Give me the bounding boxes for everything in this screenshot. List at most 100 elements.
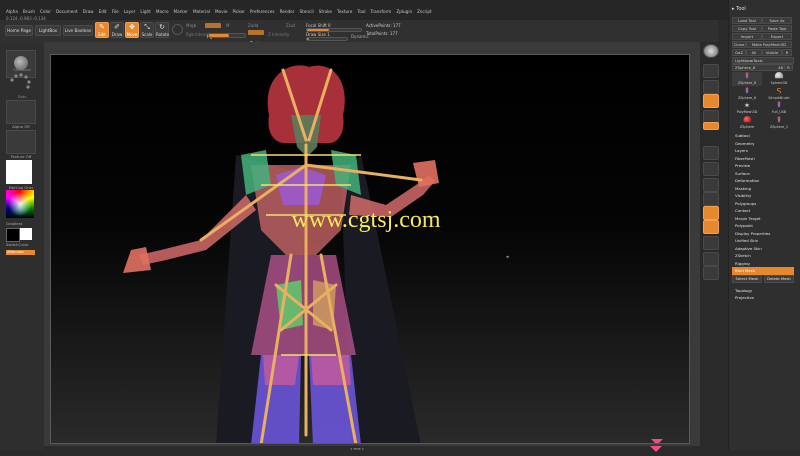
subpalette-subtool[interactable]: Subtool — [732, 132, 794, 140]
draw-button[interactable]: ✐ Draw — [110, 22, 124, 38]
menu-item-alpha[interactable]: Alpha — [6, 9, 18, 14]
subpalette-polygroups[interactable]: Polygroups — [732, 200, 794, 208]
export-button[interactable]: Export — [762, 33, 792, 40]
alternate-toggle[interactable]: Alternate — [6, 250, 35, 255]
goz-button[interactable]: GoZ — [732, 49, 746, 56]
menu-item-tool[interactable]: Tool — [357, 9, 365, 14]
color-mode-icon[interactable] — [172, 24, 183, 35]
subpalette-contact[interactable]: Contact — [732, 207, 794, 215]
menu-item-movie[interactable]: Movie — [215, 9, 227, 14]
menu-item-material[interactable]: Material — [193, 9, 210, 14]
subpalette-visibility[interactable]: Visibility — [732, 192, 794, 200]
home-page-button[interactable]: Home Page — [5, 25, 33, 36]
xyz-icon[interactable] — [703, 178, 719, 192]
menu-item-texture[interactable]: Texture — [337, 9, 352, 14]
transp-icon[interactable] — [703, 266, 719, 280]
tool-size-slider[interactable]: ZSphere_6 48 — [732, 64, 786, 71]
canvas-area[interactable]: www.cgtsj.com ⌖ — [50, 54, 690, 444]
goz-all-button[interactable]: All — [746, 49, 762, 56]
subpalette-geometry[interactable]: Geometry — [732, 140, 794, 148]
edit-button[interactable]: ✎ Edit — [95, 22, 109, 38]
scale-button[interactable]: ⤡ Scale — [140, 22, 154, 38]
menu-item-color[interactable]: Color — [40, 9, 51, 14]
menu-item-zplugin[interactable]: Zplugin — [396, 9, 412, 14]
copy-tool-button[interactable]: Copy Tool — [732, 25, 762, 32]
menu-item-picker[interactable]: Picker — [232, 9, 244, 14]
tool-thumb-6[interactable]: ZSphere — [732, 115, 762, 130]
texture-thumbnail[interactable] — [6, 130, 36, 154]
subpalette-topology[interactable]: Topology — [732, 287, 794, 295]
goz-visible-button[interactable]: Visible — [762, 49, 782, 56]
tool-thumb-7[interactable]: ZSphere_1 — [764, 115, 794, 130]
tool-thumb-3[interactable]: S SimpleBrush — [764, 87, 794, 101]
spix-icon[interactable] — [703, 44, 719, 58]
persp-icon[interactable] — [703, 122, 719, 130]
zsub-toggle[interactable]: Zsub — [248, 30, 264, 46]
floor-icon[interactable] — [703, 146, 719, 160]
scroll-arrows-icon[interactable]: ◂ ▬▬ ▸ — [350, 446, 390, 451]
move-view-icon[interactable] — [703, 206, 719, 220]
subpalette-surface[interactable]: Surface — [732, 170, 794, 178]
menu-item-file[interactable]: File — [112, 9, 119, 14]
menu-item-stroke[interactable]: Stroke — [319, 9, 332, 14]
rgb-toggle[interactable]: Rgb — [205, 23, 221, 39]
delete-mesh-button[interactable]: Delete Mesh — [764, 274, 794, 283]
switch-color-button[interactable]: SwitchColor — [6, 242, 28, 247]
subpalette-zsketch[interactable]: ZSketch — [732, 252, 794, 260]
live-boolean-button[interactable]: Live Boolean — [63, 25, 93, 36]
subpalette-polypaint[interactable]: Polypaint — [732, 222, 794, 230]
subpalette-display-properties[interactable]: Display Properties — [732, 230, 794, 238]
menu-item-stencil[interactable]: Stencil — [299, 9, 313, 14]
tool-thumb-2[interactable]: ZSphere_6 — [732, 86, 762, 101]
menu-item-light[interactable]: Light — [140, 9, 150, 14]
tool-panel-header[interactable]: ▸ Tool — [732, 6, 746, 12]
menu-item-preferences[interactable]: Preferences — [250, 9, 275, 14]
goz-r-button[interactable]: R — [782, 49, 792, 56]
r-button[interactable]: R — [784, 64, 793, 71]
tool-thumb-0[interactable]: ZSphere_6 — [732, 72, 762, 86]
subpalette-layers[interactable]: Layers — [732, 147, 794, 155]
save-as-button[interactable]: Save As — [762, 17, 792, 24]
zoom-icon[interactable] — [703, 80, 719, 94]
subpalette-rigging[interactable]: Rigging — [732, 260, 794, 268]
local-icon[interactable] — [703, 162, 719, 176]
import-button[interactable]: Import — [732, 33, 762, 40]
mrgb-toggle[interactable]: Mrgb — [186, 23, 196, 28]
actual-icon[interactable] — [703, 94, 719, 108]
timeline-marker-icon[interactable] — [650, 437, 662, 452]
subpalette-unified-skin[interactable]: Unified Skin — [732, 237, 794, 245]
subpalette-masking[interactable]: Masking — [732, 185, 794, 193]
subpalette-preview[interactable]: Preview — [732, 162, 794, 170]
subpalette-projection[interactable]: Projection — [732, 294, 794, 302]
rotate-button[interactable]: ↻ Rotate — [155, 22, 169, 38]
select-mesh-button[interactable]: Select Mesh — [732, 274, 762, 283]
stroke-thumbnail[interactable] — [6, 70, 34, 96]
main-color-swatch[interactable] — [6, 228, 20, 242]
move-button[interactable]: ✥ Move — [125, 22, 139, 38]
m-toggle[interactable]: M — [226, 23, 229, 28]
tool-thumb-1[interactable]: Sphere3D — [764, 72, 794, 86]
rotate-view-icon[interactable] — [703, 236, 719, 250]
tool-thumb-5[interactable]: Full_USB — [764, 101, 794, 115]
menu-item-document[interactable]: Document — [56, 9, 78, 14]
menu-item-brush[interactable]: Brush — [23, 9, 35, 14]
subpalette-adaptive-skin[interactable]: Adaptive Skin — [732, 245, 794, 253]
zcut-toggle[interactable]: Zcut — [286, 23, 295, 28]
make-polymesh-button[interactable]: Make PolyMesh3D — [746, 41, 792, 48]
load-tool-button[interactable]: Load Tool — [732, 17, 762, 24]
subpalette-morph-target[interactable]: Morph Target — [732, 215, 794, 223]
paste-tool-button[interactable]: Paste Tool — [762, 25, 792, 32]
linefill-icon[interactable] — [703, 252, 719, 266]
subpalette-fibermesh[interactable]: FiberMesh — [732, 155, 794, 163]
subpalette-deformation[interactable]: Deformation — [732, 177, 794, 185]
menu-item-zscript[interactable]: Zscript — [417, 9, 432, 14]
menu-item-transform[interactable]: Transform — [370, 9, 391, 14]
scroll-icon[interactable] — [703, 64, 719, 78]
color-picker[interactable] — [6, 190, 34, 218]
secondary-color-swatch[interactable] — [20, 228, 32, 240]
scale-view-icon[interactable] — [703, 220, 719, 234]
menu-item-layer[interactable]: Layer — [124, 9, 136, 14]
zadd-toggle[interactable]: Zadd — [248, 23, 258, 28]
draw-size-slider[interactable] — [306, 37, 348, 41]
menu-item-render[interactable]: Render — [280, 9, 295, 14]
